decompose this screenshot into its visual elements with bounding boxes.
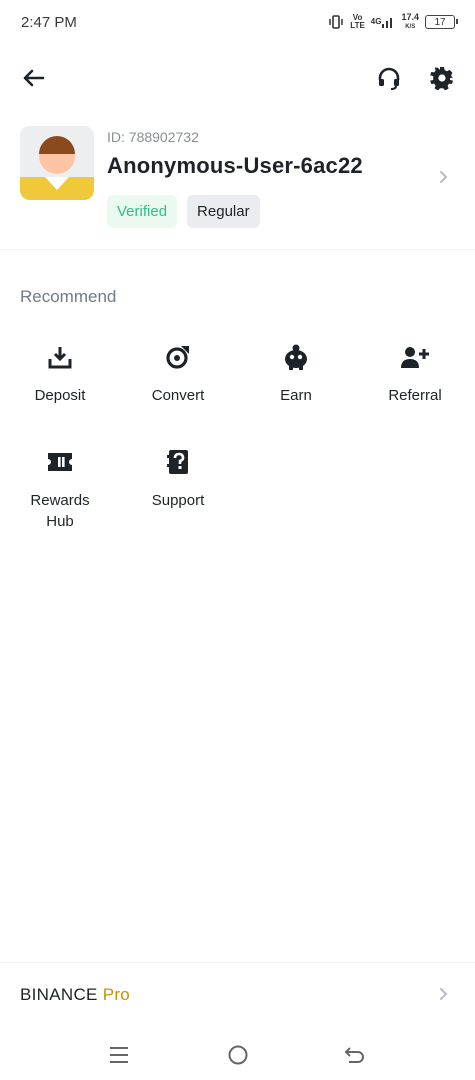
signal-icon bbox=[382, 18, 393, 28]
profile-card[interactable]: ID: 788902732 Anonymous-User-6ac22 Verif… bbox=[20, 126, 455, 230]
top-nav bbox=[0, 56, 475, 100]
divider bbox=[0, 249, 475, 250]
signal-indicator: 4G bbox=[371, 16, 396, 28]
shortcut-label: Earn bbox=[280, 387, 312, 404]
avatar bbox=[20, 126, 94, 200]
shortcut-referral[interactable]: Referral bbox=[356, 343, 474, 406]
shortcut-label: Rewards Hub bbox=[30, 492, 90, 530]
verified-badge: Verified bbox=[107, 195, 178, 228]
back-arrow-icon bbox=[344, 1047, 364, 1063]
binance-pro-label: BINANCE Pro bbox=[20, 985, 130, 1005]
headset-icon bbox=[378, 67, 400, 90]
menu-button[interactable] bbox=[106, 1042, 132, 1068]
menu-icon bbox=[110, 1047, 128, 1063]
back-system-button[interactable] bbox=[342, 1042, 368, 1068]
section-title: Recommend bbox=[20, 287, 117, 306]
convert-icon bbox=[119, 343, 237, 371]
user-id: ID: 788902732 bbox=[107, 129, 199, 145]
speed-indicator: 17.4 K/S bbox=[401, 13, 419, 31]
vibrate-icon bbox=[328, 15, 344, 29]
battery-level: 17 bbox=[434, 16, 446, 28]
settings-button[interactable] bbox=[428, 64, 456, 92]
shortcut-label: Deposit bbox=[34, 387, 86, 404]
volte-line2: LTE bbox=[350, 21, 365, 30]
username: Anonymous-User-6ac22 bbox=[107, 153, 363, 178]
piggy-bank-icon bbox=[237, 343, 355, 371]
chevron-right-icon bbox=[439, 170, 449, 189]
binance-pro-row[interactable]: BINANCE Pro bbox=[0, 962, 475, 1026]
network-type: 4G bbox=[370, 17, 382, 26]
shortcut-support[interactable]: Support bbox=[119, 448, 237, 511]
shortcut-label: Convert bbox=[151, 387, 205, 404]
home-circle-icon bbox=[228, 1045, 248, 1065]
pro-suffix: Pro bbox=[102, 985, 131, 1004]
shortcut-convert[interactable]: Convert bbox=[119, 343, 237, 406]
status-bar: 2:47 PM Vo LTE 4G 17.4 K/S 17 bbox=[0, 0, 475, 46]
speed-value: 17.4 bbox=[401, 12, 419, 22]
system-nav-bar bbox=[0, 1030, 475, 1080]
customer-support-button[interactable] bbox=[375, 64, 403, 92]
back-button[interactable] bbox=[20, 64, 48, 92]
shortcut-earn[interactable]: Earn bbox=[237, 343, 355, 406]
shortcut-label: Referral bbox=[388, 387, 442, 404]
pro-brand: BINANCE bbox=[20, 985, 98, 1004]
profile-badges: Verified Regular bbox=[107, 195, 260, 228]
battery-icon: 17 bbox=[425, 15, 458, 29]
gear-icon bbox=[430, 67, 453, 90]
ticket-icon bbox=[1, 448, 119, 476]
status-icons: Vo LTE 4G 17.4 K/S 17 bbox=[328, 13, 458, 31]
add-user-icon bbox=[356, 343, 474, 371]
shortcut-label: Support bbox=[151, 492, 205, 509]
arrow-left-icon bbox=[23, 69, 45, 87]
question-book-icon bbox=[119, 448, 237, 476]
home-button[interactable] bbox=[225, 1042, 251, 1068]
shortcut-deposit[interactable]: Deposit bbox=[1, 343, 119, 406]
speed-unit: K/S bbox=[405, 24, 416, 30]
shortcut-rewards-hub[interactable]: Rewards Hub bbox=[1, 448, 119, 532]
status-time: 2:47 PM bbox=[21, 14, 77, 31]
chevron-right-icon bbox=[439, 987, 449, 1006]
tier-badge: Regular bbox=[187, 195, 260, 228]
volte-indicator: Vo LTE bbox=[350, 14, 365, 30]
download-icon bbox=[1, 343, 119, 371]
